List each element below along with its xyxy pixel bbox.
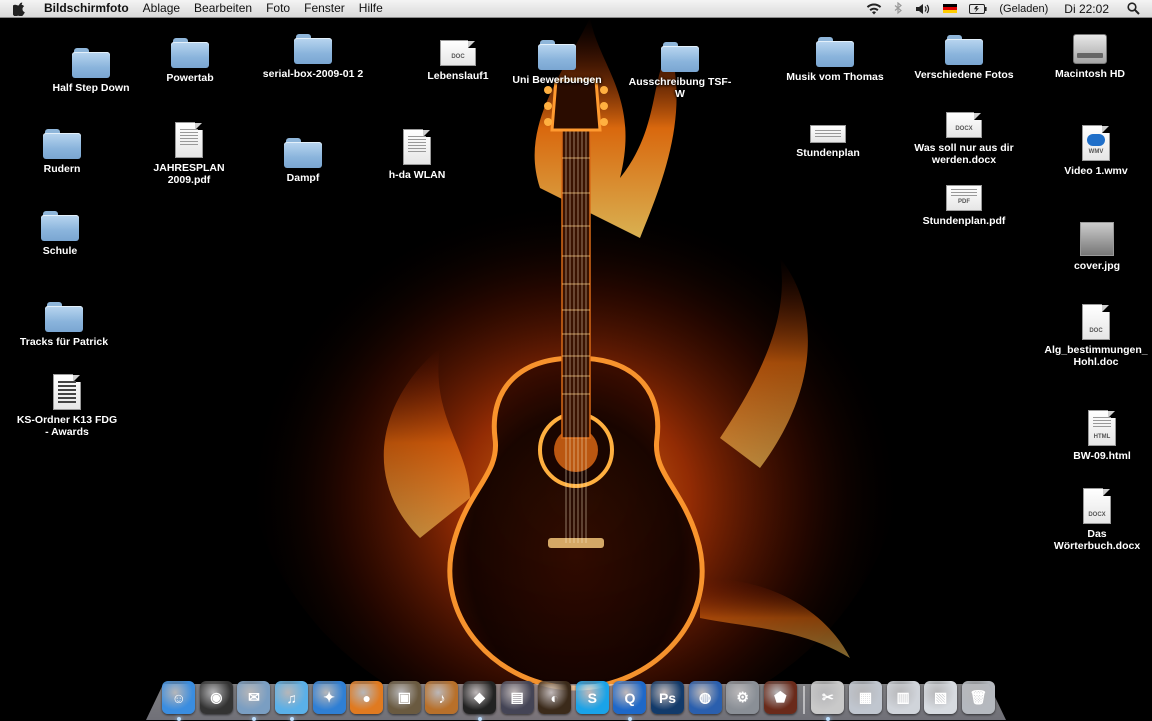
desktop-icon-tracks-fuer-patrick[interactable]: Tracks für Patrick [12,294,116,348]
volume-icon[interactable] [915,3,931,15]
document-icon: DOC [1082,304,1110,340]
folder-icon [294,34,332,64]
spotlight-icon[interactable] [1127,2,1140,15]
folder-icon [41,211,79,241]
desktop-icon-bw09-html[interactable]: HTML BW-09.html [1050,408,1152,462]
desktop-icon-rudern[interactable]: Rudern [10,121,114,175]
desktop-icon-ks-ordner[interactable]: KS-Ordner K13 FDG - Awards [15,372,119,438]
iphoto-icon[interactable]: ▣ [387,681,421,714]
document-icon: DOCX [1083,488,1111,524]
bluetooth-icon[interactable] [894,2,903,15]
menu-foto[interactable]: Foto [259,0,297,17]
dock-separator [803,686,806,714]
folder-icon [45,302,83,332]
applications-stack-icon[interactable]: ▧ [924,681,958,714]
documents-stack-icon[interactable]: ▦ [848,681,882,714]
itunes-icon[interactable]: ♫ [275,681,309,721]
finder-icon[interactable]: ☺ [162,681,196,721]
quicktime-icon[interactable]: Q [613,681,647,721]
system-preferences-icon[interactable]: ⚙ [726,681,760,714]
html-file-icon: HTML [1088,410,1116,446]
document-icon: DOCX [946,112,982,138]
google-earth-icon[interactable]: ◍ [688,681,722,714]
document-icon [403,129,431,165]
desktop-icon-serial-box[interactable]: serial-box-2009-01 2 [261,26,365,80]
desktop-icon-verschiedene-fotos[interactable]: Verschiedene Fotos [912,27,1016,81]
downloads-stack-icon[interactable]: ▥ [886,681,920,714]
desktop-icon-lebenslauf1[interactable]: DOC Lebenslauf1 [406,28,510,82]
folder-icon [171,38,209,68]
desktop-icon-musik-vom-thomas[interactable]: Musik vom Thomas [783,29,887,83]
document-icon [53,374,81,410]
mail-icon[interactable]: ✉ [237,681,271,721]
menu-hilfe[interactable]: Hilfe [352,0,390,17]
adium-icon[interactable]: ◆ [463,681,497,721]
folder-icon [72,48,110,78]
folder-icon [661,42,699,72]
desktop-icon-alg-bestimmungen[interactable]: DOC Alg_bestimmungen_Hohl.doc [1044,302,1148,368]
menu-bearbeiten[interactable]: Bearbeiten [187,0,259,17]
desktop-icon-half-step-down[interactable]: Half Step Down [39,40,143,94]
desktop-icon-ausschreibung[interactable]: Ausschreibung TSF-W [628,34,732,100]
desktop-icon-das-woerterbuch[interactable]: DOCX Das Wörterbuch.docx [1045,486,1149,552]
desktop-icon-powertab[interactable]: Powertab [138,30,242,84]
hard-disk-icon [1073,34,1107,64]
german-flag-icon[interactable] [943,4,958,13]
apple-icon[interactable] [12,2,26,16]
folder-icon [43,129,81,159]
safari-icon[interactable]: ✦ [312,681,346,714]
desktop-icon-was-soll-nur[interactable]: DOCX Was soll nur aus dir werden.docx [912,100,1016,166]
desktop-icon-hda-wlan[interactable]: h-da WLAN [365,127,469,181]
document-icon: DOC [440,40,476,66]
video-file-icon: WMV [1082,125,1110,161]
desktop-icon-schule[interactable]: Schule [8,203,112,257]
desktop-icon-stundenplan-pdf[interactable]: PDF Stundenplan.pdf [912,173,1016,227]
menu-bar: Bildschirmfoto Ablage Bearbeiten Foto Fe… [0,0,1152,18]
desktop-icon-cover-jpg[interactable]: cover.jpg [1045,218,1149,272]
document-icon [175,122,203,158]
folder-icon [538,40,576,70]
shield-icon[interactable]: ⬟ [763,681,797,714]
menu-ablage[interactable]: Ablage [136,0,187,17]
menu-app-name[interactable]: Bildschirmfoto [36,0,136,17]
utility-icon[interactable]: ✂ [811,681,845,721]
photoshop-icon[interactable]: Ps [651,681,685,714]
image-file-icon [1080,222,1114,256]
status-area: (Geladen) Di 22:02 [860,0,1152,17]
monkey-icon[interactable]: ◐ [538,681,572,714]
battery-status-text: (Geladen) [999,2,1049,15]
garageband-icon[interactable]: ♪ [425,681,459,714]
pdf-file-icon: PDF [946,185,982,211]
folder-icon [945,35,983,65]
folder-icon [816,37,854,67]
clock[interactable]: Di 22:02 [1064,2,1109,16]
desktop-icon-video1[interactable]: WMV Video 1.wmv [1044,123,1148,177]
menu-fenster[interactable]: Fenster [297,0,352,17]
desktop-icon-stundenplan[interactable]: Stundenplan [776,105,880,159]
battery-icon[interactable] [969,3,987,14]
wifi-icon[interactable] [866,3,882,15]
skype-icon[interactable]: S [575,681,609,714]
trash-icon[interactable]: 🗑 [961,681,995,714]
preview-icon[interactable]: ▤ [500,681,534,714]
firefox-icon[interactable]: ● [350,681,384,714]
desktop-icon-uni-bewerbungen[interactable]: Uni Bewerbungen [505,32,609,86]
dashboard-icon[interactable]: ◉ [199,681,233,714]
desktop-icon-dampf[interactable]: Dampf [251,130,355,184]
desktop-icon-jahresplan[interactable]: JAHRESPLAN 2009.pdf [137,120,241,186]
folder-icon [284,138,322,168]
desktop-icon-macintosh-hd[interactable]: Macintosh HD [1038,26,1142,80]
document-icon [810,125,846,143]
dock: ☺ ◉ ✉ ♫ ✦ ● ▣ ♪ ◆ ▤ ◐ S Q Ps ◍ ⚙ ⬟ ✂ ▦ ▥ ▧ 🗑 [160,672,997,721]
